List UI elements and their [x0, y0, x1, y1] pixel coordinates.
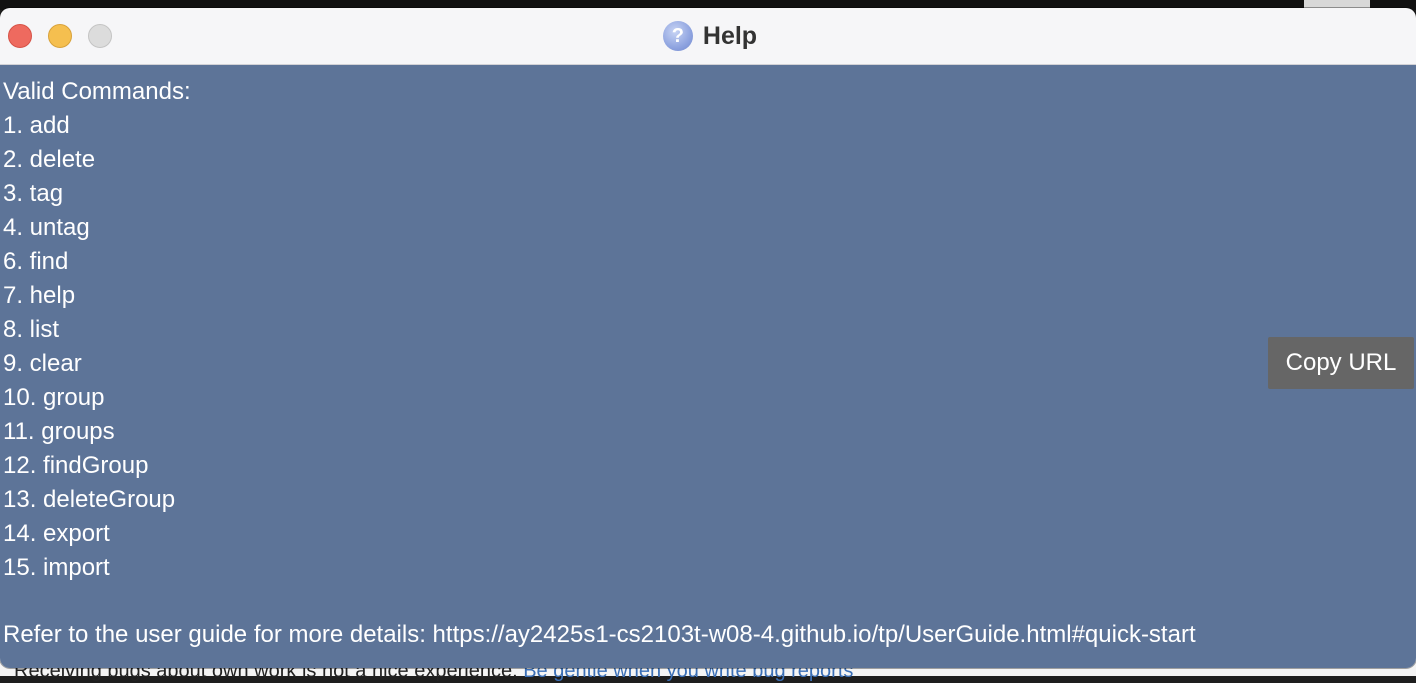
help-question-icon: ?	[662, 21, 693, 51]
command-item: 12. findGroup	[3, 452, 149, 479]
command-list-header: Valid Commands:	[3, 78, 191, 105]
command-item: 7. help	[3, 282, 76, 309]
command-item: 14. export	[3, 520, 110, 547]
command-item: 15. import	[3, 554, 110, 581]
command-item: 6. find	[3, 248, 69, 275]
command-item: 9. clear	[3, 350, 82, 377]
command-list: Valid Commands: 1. add 2. delete 3. tag 4. …	[3, 75, 191, 585]
command-item: 11. groups	[3, 418, 115, 445]
user-guide-text: Refer to the user guide for more details…	[3, 621, 1196, 648]
command-item: 3. tag	[3, 180, 64, 207]
copy-url-button[interactable]: Copy URL	[1268, 337, 1414, 389]
window-title: Help	[702, 21, 758, 50]
help-content: Valid Commands: 1. add 2. delete 3. tag 4. …	[0, 65, 1416, 668]
command-item: 2. delete	[3, 146, 96, 173]
help-window: ? Help Valid Commands: 1. add 2. delete 3.…	[0, 8, 1416, 668]
command-item: 4. untag	[3, 214, 90, 241]
window-title-group: ? Help	[0, 8, 1416, 64]
command-item: 13. deleteGroup	[3, 486, 176, 513]
command-item: 10. group	[3, 384, 105, 411]
title-bar[interactable]: ? Help	[0, 8, 1416, 65]
command-item: 1. add	[3, 112, 70, 139]
command-item: 8. list	[3, 316, 60, 343]
